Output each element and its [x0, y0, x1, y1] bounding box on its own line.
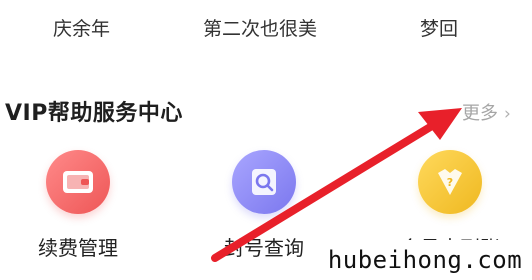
top-item-menghui[interactable]: 梦回	[420, 14, 458, 41]
svg-text:?: ?	[447, 176, 453, 189]
vip-diamond-icon: ?	[418, 150, 482, 214]
top-recommend-row: 庆余年 第二次也很美 梦回	[0, 0, 532, 60]
wallet-icon	[46, 150, 110, 214]
vip-help-header: VIP帮助服务中心 更多 ›	[0, 95, 532, 131]
section-title: VIP帮助服务中心	[5, 101, 183, 126]
service-renewal[interactable]: 续费管理	[18, 150, 138, 261]
service-label: 封号查询	[224, 236, 304, 260]
more-label: 更多	[462, 103, 498, 124]
search-icon	[232, 150, 296, 214]
top-item-qingyunian[interactable]: 庆余年	[53, 14, 110, 41]
top-item-dierci[interactable]: 第二次也很美	[203, 14, 317, 41]
more-link[interactable]: 更多 ›	[462, 99, 511, 125]
chevron-right-icon: ›	[504, 104, 511, 124]
watermark: hubeihong.com	[318, 240, 532, 280]
service-ban-query[interactable]: 封号查询	[204, 150, 324, 261]
service-label: 续费管理	[38, 236, 118, 260]
